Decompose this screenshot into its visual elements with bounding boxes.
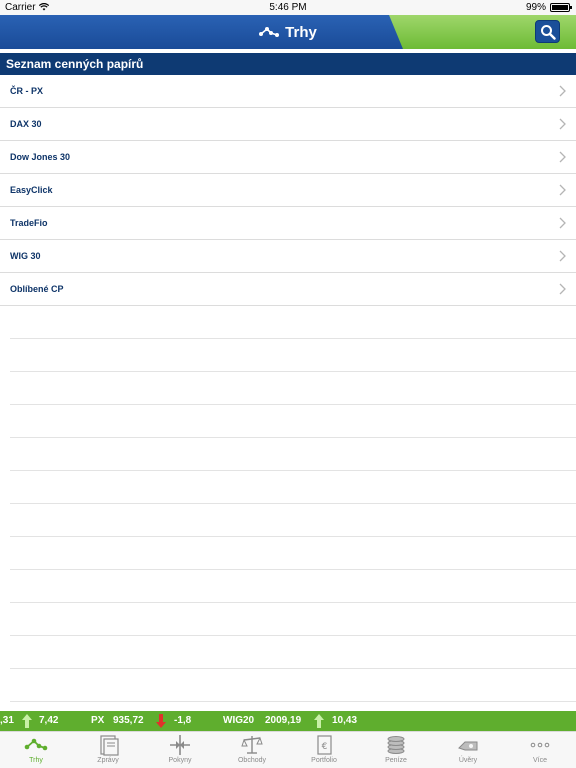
list-item-dow-jones-30[interactable]: Dow Jones 30 <box>0 141 576 174</box>
tab-pokyny[interactable]: Pokyny <box>144 732 216 768</box>
scales-icon <box>241 736 263 754</box>
empty-row <box>10 537 576 570</box>
empty-row <box>10 339 576 372</box>
empty-row <box>10 471 576 504</box>
status-bar: Carrier 5:46 PM 99% <box>0 0 576 15</box>
trend-icon <box>259 27 280 37</box>
tab-label: Zprávy <box>97 757 119 764</box>
list-item-dax-30[interactable]: DAX 30 <box>0 108 576 141</box>
arrow-up-icon <box>22 714 32 728</box>
empty-row <box>10 372 576 405</box>
chevron-right-icon <box>559 118 566 130</box>
search-icon <box>540 24 556 40</box>
tab-label: Portfolio <box>311 757 337 764</box>
market-ticker[interactable]: ,31 7,42 PX 935,72 -1,8 WIG20 2009,19 10… <box>0 711 576 731</box>
tab-trhy[interactable]: Trhy <box>0 732 72 768</box>
tab-vice[interactable]: Více <box>504 732 576 768</box>
list-item-label: TradeFio <box>10 218 48 228</box>
list-item-label: Oblíbené CP <box>10 284 64 294</box>
list-item-label: DAX 30 <box>10 119 42 129</box>
orders-icon <box>170 735 190 755</box>
list-item-easyclick[interactable]: EasyClick <box>0 174 576 207</box>
empty-row <box>10 306 576 339</box>
ticker-partial-value: ,31 <box>0 715 14 726</box>
ticker-wig-change: 10,43 <box>332 715 358 726</box>
tab-obchody[interactable]: Obchody <box>216 732 288 768</box>
coins-icon <box>387 736 405 754</box>
ticker-px-name: PX <box>91 715 105 726</box>
chevron-right-icon <box>559 85 566 97</box>
tab-bar: Trhy Zprávy Pokyny Obchody € Portfolio P… <box>0 731 576 768</box>
tab-penize[interactable]: Peníze <box>360 732 432 768</box>
tab-label: Obchody <box>237 757 267 764</box>
loans-icon <box>458 741 478 751</box>
chevron-right-icon <box>559 217 566 229</box>
chevron-right-icon <box>559 283 566 295</box>
list-item-wig-30[interactable]: WIG 30 <box>0 240 576 273</box>
empty-row <box>10 405 576 438</box>
list-item-label: Dow Jones 30 <box>10 152 71 162</box>
tab-label: Pokyny <box>168 757 192 764</box>
battery-icon <box>550 3 572 12</box>
tab-label: Peníze <box>385 757 407 764</box>
ticker-partial-change: 7,42 <box>39 715 59 726</box>
chevron-right-icon <box>559 184 566 196</box>
list-item-cr-px[interactable]: ČR - PX <box>0 75 576 108</box>
news-icon <box>100 735 119 756</box>
section-title: Seznam cenných papírů <box>0 53 576 75</box>
list-item-label: EasyClick <box>10 185 53 195</box>
securities-list: ČR - PX DAX 30 Dow Jones 30 EasyClick Tr… <box>0 75 576 306</box>
svg-text:€: € <box>322 742 328 752</box>
battery-percent: 99% <box>525 2 546 13</box>
tab-portfolio[interactable]: € Portfolio <box>288 732 360 768</box>
empty-row <box>10 438 576 471</box>
tab-uvery[interactable]: Úvěry <box>432 732 504 768</box>
tab-label: Trhy <box>29 757 43 764</box>
list-item-tradefio[interactable]: TradeFio <box>0 207 576 240</box>
empty-row <box>10 603 576 636</box>
status-time: 5:46 PM <box>269 2 307 13</box>
chevron-right-icon <box>559 151 566 163</box>
list-item-label: ČR - PX <box>10 86 44 96</box>
markets-icon <box>24 738 48 751</box>
tab-zpravy[interactable]: Zprávy <box>72 732 144 768</box>
nav-header: Trhy <box>0 15 576 49</box>
arrow-down-icon <box>156 714 166 728</box>
empty-row <box>10 570 576 603</box>
ticker-wig-value: 2009,19 <box>265 715 302 726</box>
ticker-px-value: 935,72 <box>113 715 144 726</box>
list-item-oblibene-cp[interactable]: Oblíbené CP <box>0 273 576 306</box>
more-icon <box>530 742 550 748</box>
portfolio-icon: € <box>317 735 332 755</box>
empty-list-rows <box>10 306 576 702</box>
empty-row <box>10 669 576 702</box>
empty-row <box>10 636 576 669</box>
ticker-px-change: -1,8 <box>174 715 192 726</box>
tab-label: Úvěry <box>458 757 478 764</box>
ticker-wig-name: WIG20 <box>223 715 255 726</box>
chevron-right-icon <box>559 250 566 262</box>
tab-label: Více <box>532 757 547 764</box>
arrow-up-icon <box>314 714 324 728</box>
page-title: Trhy <box>285 23 317 41</box>
list-item-label: WIG 30 <box>10 251 41 261</box>
empty-row <box>10 504 576 537</box>
search-button[interactable] <box>535 20 560 43</box>
